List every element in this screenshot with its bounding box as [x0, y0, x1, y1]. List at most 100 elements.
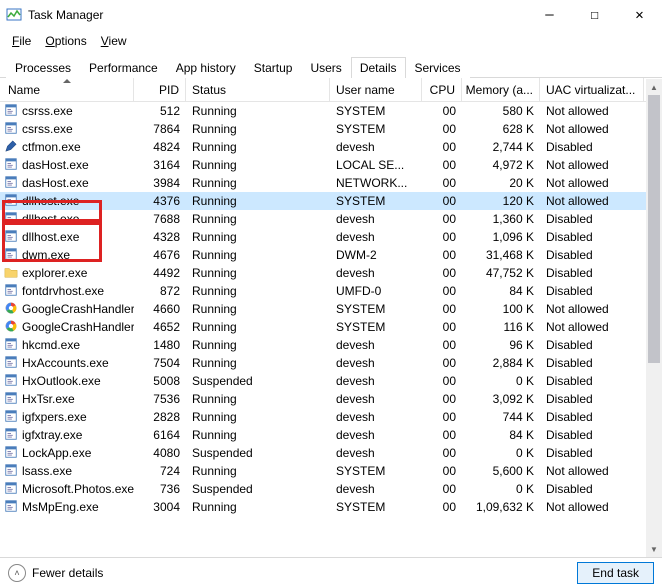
table-row[interactable]: LockApp.exe4080Suspendeddevesh000 KDisab… [0, 444, 662, 462]
maximize-button[interactable]: ☐ [572, 0, 617, 30]
table-row[interactable]: csrss.exe7864RunningSYSTEM00628 KNot all… [0, 120, 662, 138]
table-row[interactable]: hkcmd.exe1480Runningdevesh0096 KDisabled [0, 336, 662, 354]
process-icon [4, 283, 18, 300]
process-pid: 3004 [134, 500, 186, 514]
process-cpu: 00 [422, 302, 462, 316]
process-status: Running [186, 230, 330, 244]
table-row[interactable]: fontdrvhost.exe872RunningUMFD-00084 KDis… [0, 282, 662, 300]
table-row[interactable]: dasHost.exe3164RunningLOCAL SE...004,972… [0, 156, 662, 174]
end-task-button[interactable]: End task [577, 562, 654, 584]
process-uac: Disabled [540, 248, 644, 262]
process-name: fontdrvhost.exe [22, 284, 104, 298]
process-name: csrss.exe [22, 122, 73, 136]
process-pid: 4376 [134, 194, 186, 208]
process-cpu: 00 [422, 428, 462, 442]
vertical-scrollbar[interactable]: ▲ ▼ [646, 79, 662, 557]
process-memory: 116 K [462, 320, 540, 334]
process-pid: 3164 [134, 158, 186, 172]
process-icon [4, 121, 18, 138]
menu-options[interactable]: Options [39, 32, 92, 50]
process-name: Microsoft.Photos.exe [22, 482, 134, 496]
table-row[interactable]: Microsoft.Photos.exe736Suspendeddevesh00… [0, 480, 662, 498]
table-row[interactable]: HxAccounts.exe7504Runningdevesh002,884 K… [0, 354, 662, 372]
process-name: csrss.exe [22, 104, 73, 118]
process-memory: 120 K [462, 194, 540, 208]
process-status: Running [186, 140, 330, 154]
process-cpu: 00 [422, 446, 462, 460]
process-name: HxAccounts.exe [22, 356, 109, 370]
process-user: SYSTEM [330, 464, 422, 478]
process-user: NETWORK... [330, 176, 422, 190]
table-row[interactable]: csrss.exe512RunningSYSTEM00580 KNot allo… [0, 102, 662, 120]
process-status: Running [186, 158, 330, 172]
table-row[interactable]: dwm.exe4676RunningDWM-20031,468 KDisable… [0, 246, 662, 264]
tab-details[interactable]: Details [351, 57, 406, 78]
table-row[interactable]: MsMpEng.exe3004RunningSYSTEM001,09,632 K… [0, 498, 662, 516]
process-status: Running [186, 464, 330, 478]
process-memory: 1,09,632 K [462, 500, 540, 514]
table-row[interactable]: dasHost.exe3984RunningNETWORK...0020 KNo… [0, 174, 662, 192]
process-icon [4, 301, 18, 318]
col-header-uac[interactable]: UAC virtualizat... [540, 78, 644, 101]
table-row[interactable]: ctfmon.exe4824Runningdevesh002,744 KDisa… [0, 138, 662, 156]
process-name: MsMpEng.exe [22, 500, 99, 514]
tab-startup[interactable]: Startup [245, 57, 302, 78]
table-row[interactable]: HxTsr.exe7536Runningdevesh003,092 KDisab… [0, 390, 662, 408]
process-status: Running [186, 392, 330, 406]
process-uac: Disabled [540, 482, 644, 496]
process-pid: 4080 [134, 446, 186, 460]
process-user: devesh [330, 230, 422, 244]
col-header-cpu[interactable]: CPU [422, 78, 462, 101]
process-icon [4, 463, 18, 480]
col-header-memory[interactable]: Memory (a... [462, 78, 540, 101]
process-cpu: 00 [422, 464, 462, 478]
tab-users[interactable]: Users [301, 57, 350, 78]
process-user: devesh [330, 266, 422, 280]
process-name: dasHost.exe [22, 176, 89, 190]
tab-services[interactable]: Services [406, 57, 470, 78]
table-row[interactable]: dllhost.exe4376RunningSYSTEM00120 KNot a… [0, 192, 662, 210]
scroll-down-button[interactable]: ▼ [646, 541, 662, 557]
tab-performance[interactable]: Performance [80, 57, 167, 78]
process-cpu: 00 [422, 194, 462, 208]
process-memory: 628 K [462, 122, 540, 136]
table-body: csrss.exe512RunningSYSTEM00580 KNot allo… [0, 102, 662, 516]
table-row[interactable]: GoogleCrashHandler...4660RunningSYSTEM00… [0, 300, 662, 318]
process-cpu: 00 [422, 122, 462, 136]
table-row[interactable]: explorer.exe4492Runningdevesh0047,752 KD… [0, 264, 662, 282]
table-row[interactable]: GoogleCrashHandler...4652RunningSYSTEM00… [0, 318, 662, 336]
process-uac: Disabled [540, 140, 644, 154]
minimize-button[interactable]: — [527, 0, 572, 30]
process-memory: 0 K [462, 482, 540, 496]
table-row[interactable]: dllhost.exe7688Runningdevesh001,360 KDis… [0, 210, 662, 228]
process-pid: 2828 [134, 410, 186, 424]
process-cpu: 00 [422, 176, 462, 190]
tab-processes[interactable]: Processes [6, 57, 80, 78]
fewer-details-button[interactable]: ˄ Fewer details [8, 564, 103, 582]
menu-file[interactable]: File [6, 32, 37, 50]
process-name: dwm.exe [22, 248, 70, 262]
scroll-thumb[interactable] [648, 95, 660, 363]
process-user: devesh [330, 410, 422, 424]
col-header-user[interactable]: User name [330, 78, 422, 101]
col-header-name[interactable]: Name [0, 78, 134, 101]
process-name: ctfmon.exe [22, 140, 81, 154]
process-name: GoogleCrashHandler... [22, 320, 134, 334]
close-button[interactable]: ✕ [617, 0, 662, 30]
table-row[interactable]: igfxtray.exe6164Runningdevesh0084 KDisab… [0, 426, 662, 444]
table-row[interactable]: dllhost.exe4328Runningdevesh001,096 KDis… [0, 228, 662, 246]
col-header-status[interactable]: Status [186, 78, 330, 101]
table-row[interactable]: igfxpers.exe2828Runningdevesh00744 KDisa… [0, 408, 662, 426]
process-icon [4, 157, 18, 174]
process-user: SYSTEM [330, 104, 422, 118]
process-uac: Not allowed [540, 194, 644, 208]
col-header-pid[interactable]: PID [134, 78, 186, 101]
process-uac: Disabled [540, 374, 644, 388]
table-row[interactable]: HxOutlook.exe5008Suspendeddevesh000 KDis… [0, 372, 662, 390]
process-memory: 1,360 K [462, 212, 540, 226]
process-icon [4, 265, 18, 282]
scroll-up-button[interactable]: ▲ [646, 79, 662, 95]
menu-view[interactable]: View [95, 32, 133, 50]
table-row[interactable]: lsass.exe724RunningSYSTEM005,600 KNot al… [0, 462, 662, 480]
tab-app-history[interactable]: App history [167, 57, 245, 78]
